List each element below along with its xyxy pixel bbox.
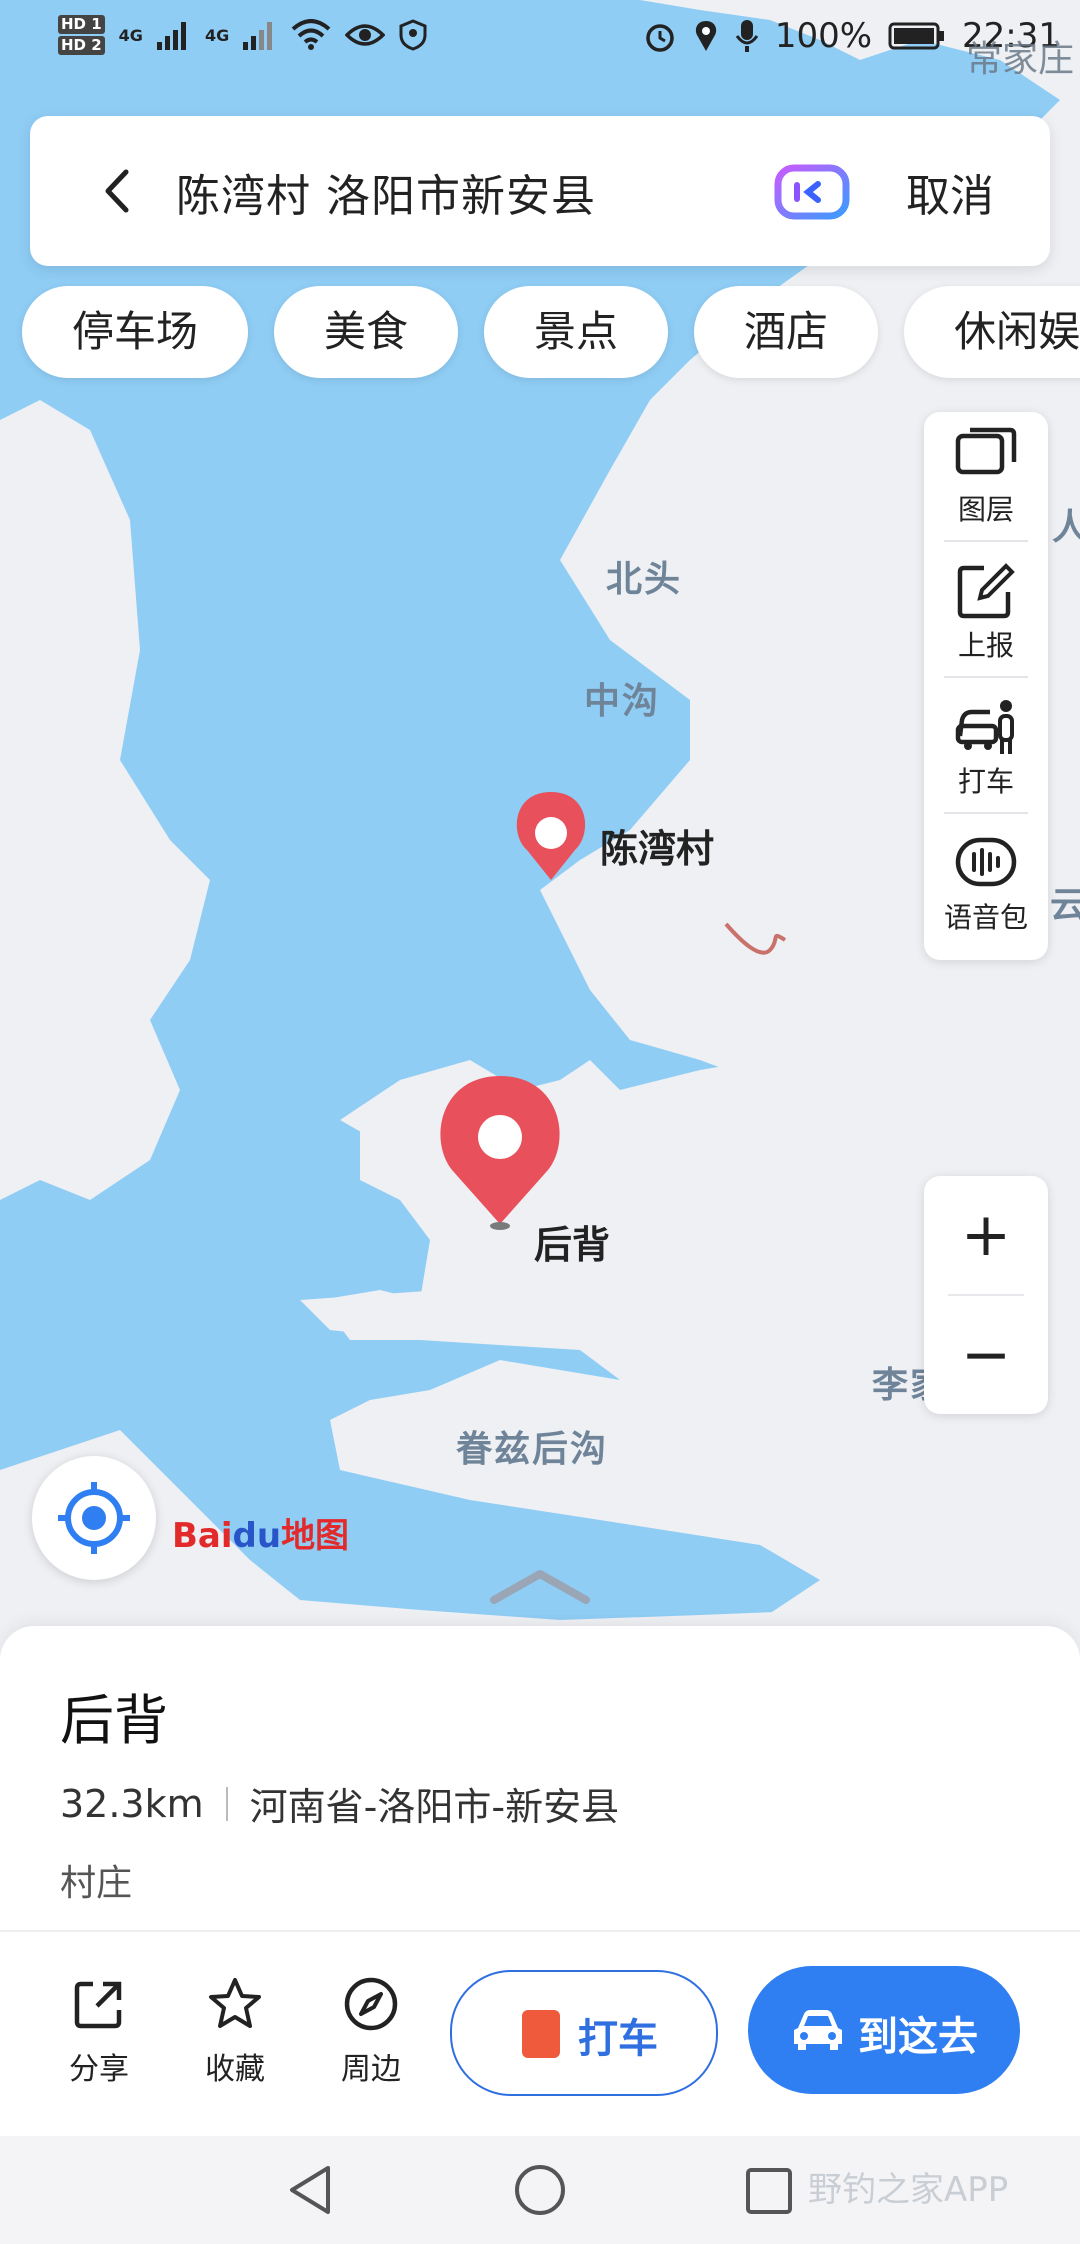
signal-icon — [156, 22, 186, 50]
sim-indicator: HD 1 HD 2 — [58, 14, 105, 56]
voice-pack-icon — [955, 837, 1017, 887]
edit-icon — [957, 563, 1015, 619]
search-bar[interactable]: 陈湾村 洛阳市新安县 取消 — [30, 116, 1050, 266]
home-circle-icon[interactable] — [512, 2162, 568, 2218]
place-distance: 32.3km — [60, 1781, 204, 1826]
network-2-label: 4G — [204, 25, 230, 45]
crosshair-icon — [58, 1482, 130, 1554]
chip-scenic[interactable]: 景点 — [484, 286, 669, 378]
place-category: 村庄 — [60, 1863, 133, 1904]
baidu-map-logo: Baidu地图 — [172, 1516, 350, 1556]
action-bar: 分享 收藏 周边 打车 到这去 — [0, 1936, 1080, 2136]
place-title: 后背 — [60, 1689, 168, 1752]
shield-icon — [399, 19, 427, 51]
voice-pack-label: 语音包 — [943, 901, 1028, 934]
layers-icon — [955, 427, 1017, 475]
taxi-tool-label: 打车 — [957, 765, 1014, 798]
compass-icon — [344, 1977, 398, 2031]
nearby-button[interactable]: 周边 — [316, 1976, 426, 2088]
voice-pack-button[interactable]: 语音包 — [924, 820, 1048, 950]
go-here-button[interactable]: 到这去 — [748, 1966, 1020, 2094]
microphone-icon — [735, 20, 759, 52]
favorite-button[interactable]: 收藏 — [180, 1976, 290, 2088]
battery-icon — [888, 22, 945, 50]
favorite-label: 收藏 — [205, 2052, 265, 2087]
search-query[interactable]: 陈湾村 洛阳市新安县 — [176, 160, 596, 224]
map-label-houbei[interactable]: 后背 — [534, 1214, 610, 1269]
back-triangle-icon[interactable] — [284, 2162, 336, 2218]
share-icon — [74, 1981, 122, 2029]
chip-hotel[interactable]: 酒店 — [694, 286, 879, 378]
zoom-out-button[interactable]: − — [924, 1296, 1048, 1414]
voice-assistant-icon[interactable] — [774, 162, 850, 222]
battery-percent: 100% — [774, 16, 873, 56]
cancel-button[interactable]: 取消 — [906, 160, 994, 224]
map-tool-panel: 图层 上报 打车 语音包 — [924, 412, 1048, 960]
category-chips: 停车场 美食 景点 酒店 休闲娱 — [22, 286, 1080, 382]
report-label: 上报 — [957, 629, 1014, 662]
zoom-in-button[interactable]: + — [924, 1176, 1048, 1294]
taxi-tool-button[interactable]: 打车 — [924, 684, 1048, 814]
system-nav-bar: 野钓之家APP — [0, 2136, 1080, 2244]
taxi-button-label: 打车 — [578, 2016, 658, 2062]
taxi-person-icon — [955, 700, 1014, 754]
layers-button[interactable]: 图层 — [924, 412, 1048, 542]
back-arrow-icon[interactable] — [92, 164, 146, 218]
map-label-edge-ren: 人 — [1052, 507, 1080, 548]
map-label-beitou: 北头 — [606, 559, 683, 600]
nearby-label: 周边 — [341, 2052, 401, 2087]
red-envelope-icon — [522, 2010, 560, 2058]
location-icon — [695, 21, 716, 51]
chip-parking[interactable]: 停车场 — [22, 286, 249, 378]
car-icon — [794, 2010, 842, 2050]
place-address: 河南省-洛阳市-新安县 — [249, 1785, 620, 1829]
locate-me-button[interactable] — [32, 1456, 156, 1580]
map-label-juanzi: 眷兹后沟 — [456, 1429, 609, 1470]
alarm-icon — [646, 24, 674, 52]
wifi-icon — [291, 19, 331, 50]
report-button[interactable]: 上报 — [924, 548, 1048, 678]
go-here-label: 到这去 — [858, 2014, 978, 2060]
chip-leisure[interactable]: 休闲娱 — [904, 286, 1080, 378]
zoom-control: + − — [924, 1176, 1048, 1414]
status-bar: HD 1 HD 2 4G 4G 100% 22:31 常家庄 — [0, 0, 1080, 80]
map-label-chenwan[interactable]: 陈湾村 — [600, 818, 714, 873]
eye-icon — [345, 24, 386, 46]
place-meta: 32.3km 河南省-洛阳市-新安县 — [60, 1776, 619, 1831]
map-label-zhonggou: 中沟 — [584, 681, 661, 722]
signal-icon — [243, 22, 273, 50]
map-label-changjiazhuang: 常家庄 — [965, 39, 1074, 80]
chip-food[interactable]: 美食 — [274, 286, 459, 378]
layers-label: 图层 — [957, 493, 1014, 526]
share-button[interactable]: 分享 — [44, 1976, 154, 2088]
taxi-button[interactable]: 打车 — [450, 1970, 718, 2096]
chevron-up-icon[interactable] — [488, 1566, 592, 1606]
share-label: 分享 — [69, 2052, 129, 2087]
star-icon — [209, 1978, 261, 2028]
recents-square-icon[interactable] — [744, 2166, 794, 2216]
watermark: 野钓之家APP — [808, 2170, 1009, 2210]
network-1-label: 4G — [118, 25, 143, 45]
map-label-edge-yun: 云 — [1050, 885, 1080, 926]
